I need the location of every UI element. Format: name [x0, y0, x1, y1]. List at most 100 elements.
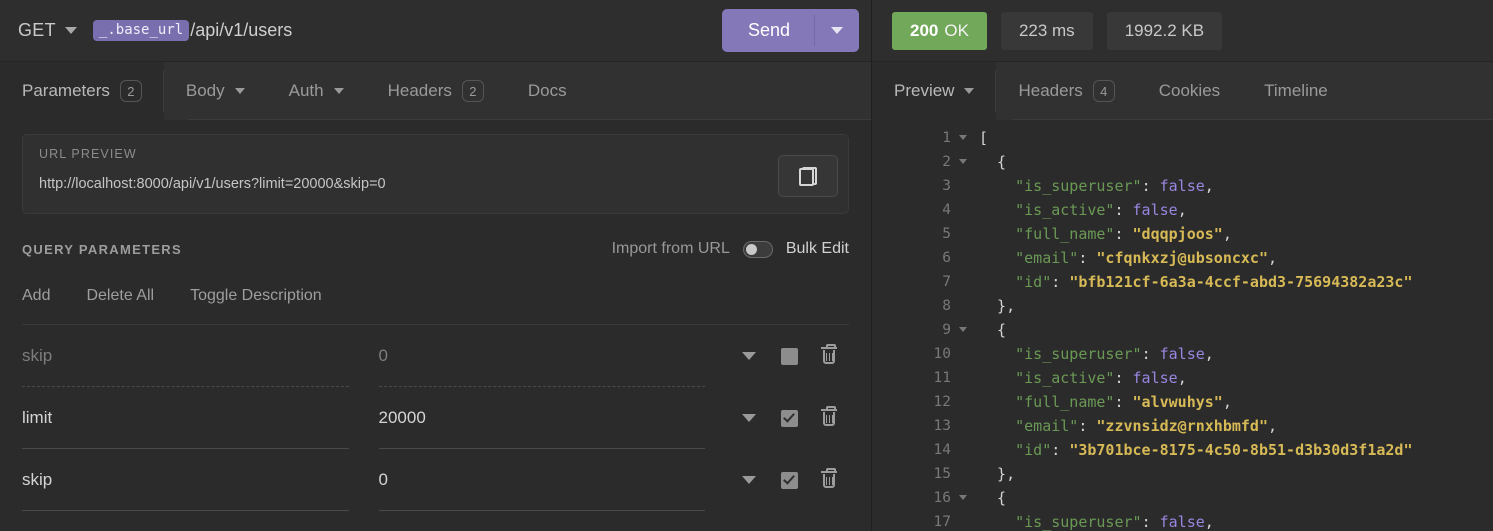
line-number: 5 [942, 226, 951, 242]
trash-icon [821, 468, 837, 489]
parameter-value-input[interactable]: 0 [378, 449, 716, 511]
parameter-enabled-checkbox[interactable] [769, 398, 809, 438]
code-text: "email": "zzvnsidz@rnxhbmfd", [971, 414, 1277, 438]
tab-docs[interactable]: Docs [506, 62, 589, 120]
toggle-description-button[interactable]: Toggle Description [190, 287, 322, 305]
code-text: "full_name": "dqqpjoos", [971, 222, 1232, 246]
url-variable-chip: _.base_url [92, 20, 190, 41]
code-text: { [971, 486, 1006, 510]
token-punct: , [1268, 249, 1278, 267]
bulk-edit-toggle[interactable] [742, 240, 773, 258]
code-line: 17 "is_superuser": false, [872, 510, 1493, 531]
tab-label: Docs [527, 81, 567, 100]
fold-toggle-icon[interactable] [955, 318, 971, 332]
fold-toggle-icon[interactable] [955, 150, 971, 164]
token-punct: , [1204, 513, 1214, 531]
chevron-down-icon [234, 88, 245, 94]
token-key: "id" [979, 441, 1052, 459]
parameter-name-text: skip [22, 345, 53, 365]
response-tabs: Preview Headers 4 Cookies Timeline [872, 62, 1493, 120]
toggle-knob [745, 243, 757, 255]
parameter-options-dropdown[interactable] [729, 336, 769, 376]
token-key: "full_name" [979, 225, 1115, 243]
tab-parameters[interactable]: Parameters 2 [0, 62, 164, 120]
add-button[interactable]: Add [22, 287, 50, 305]
tab-label: Parameters [22, 81, 110, 100]
parameter-value-input[interactable]: 0 [378, 325, 716, 387]
parameter-name-input[interactable]: limit [22, 387, 359, 449]
delete-parameter-button[interactable] [809, 398, 849, 438]
response-status-bar: 200 OK 223 ms 1992.2 KB [872, 0, 1493, 62]
api-client-window: GET _.base_url /api/v1/users Send Parame… [0, 0, 1493, 531]
parameter-row: skip 0 [22, 325, 849, 387]
tab-cookies[interactable]: Cookies [1137, 62, 1242, 120]
token-punct: : [1141, 177, 1160, 195]
send-options-dropdown[interactable] [815, 9, 859, 52]
token-key: "id" [979, 273, 1052, 291]
bulk-edit-label[interactable]: Bulk Edit [786, 240, 849, 258]
line-number: 16 [933, 490, 951, 506]
parameter-options-dropdown[interactable] [729, 460, 769, 500]
delete-parameter-button[interactable] [809, 336, 849, 376]
tab-preview[interactable]: Preview [872, 62, 997, 120]
http-method-dropdown[interactable]: GET [18, 20, 83, 41]
json-code-viewer[interactable]: 1[2 {3 "is_superuser": false, 4 "is_activ… [872, 126, 1493, 531]
import-from-url-button[interactable]: Import from URL [612, 240, 730, 258]
line-number: 8 [942, 298, 951, 314]
tab-body[interactable]: Body [164, 62, 267, 120]
query-parameters-header: QUERY PARAMETERS Import from URL Bulk Ed… [22, 236, 849, 262]
response-panel: 200 OK 223 ms 1992.2 KB Preview Headers 4 Co… [872, 0, 1493, 531]
token-key: "is_superuser" [979, 345, 1142, 363]
status-text: OK [944, 20, 969, 40]
token-punct: : [1051, 441, 1070, 459]
tab-timeline[interactable]: Timeline [1242, 62, 1350, 120]
status-code: 200 [910, 20, 939, 40]
tab-headers[interactable]: Headers 4 [996, 62, 1136, 120]
code-line: 9 { [872, 318, 1493, 342]
request-body-area: URL PREVIEW http://localhost:8000/api/v1… [0, 120, 871, 531]
send-button[interactable]: Send [721, 9, 859, 52]
code-line: 6 "email": "cfqnkxzj@ubsoncxc", [872, 246, 1493, 270]
fold-toggle-icon[interactable] [955, 126, 971, 140]
code-text: "is_superuser": false, [971, 174, 1214, 198]
query-parameters-actions: Add Delete All Toggle Description [22, 282, 849, 325]
token-str: "dqqpjoos" [1132, 225, 1223, 243]
tab-headers[interactable]: Headers 2 [366, 62, 506, 120]
parameter-row-controls [715, 460, 849, 500]
request-panel: GET _.base_url /api/v1/users Send Parame… [0, 0, 872, 531]
parameter-value-text: 0 [378, 469, 388, 489]
token-punct: , [1222, 393, 1232, 411]
fold-toggle-icon[interactable] [955, 486, 971, 500]
token-bool: false [1159, 345, 1205, 363]
url-input[interactable]: _.base_url /api/v1/users [92, 0, 722, 61]
line-number: 4 [942, 202, 951, 218]
code-line: 14 "id": "3b701bce-8175-4c50-8b51-d3b30d… [872, 438, 1493, 462]
tab-auth[interactable]: Auth [267, 62, 366, 120]
query-parameters-table: skip 0 limit 20000 skip 0 [22, 325, 849, 511]
chevron-down-icon [742, 352, 756, 360]
response-preview-area[interactable]: 1[2 {3 "is_superuser": false, 4 "is_activ… [872, 120, 1493, 531]
delete-parameter-button[interactable] [809, 460, 849, 500]
parameter-name-input[interactable]: skip [22, 449, 359, 511]
code-text: }, [971, 462, 1015, 486]
parameter-name-text: limit [22, 407, 53, 427]
token-punct: { [979, 321, 1007, 339]
parameter-value-input[interactable]: 20000 [378, 387, 716, 449]
token-punct: , [1268, 417, 1278, 435]
token-punct: : [1051, 273, 1070, 291]
tab-label: Headers [1018, 81, 1083, 100]
parameter-enabled-checkbox[interactable] [769, 460, 809, 500]
parameter-enabled-checkbox[interactable] [769, 336, 809, 376]
parameter-options-dropdown[interactable] [729, 398, 769, 438]
copy-url-button[interactable] [778, 155, 838, 197]
delete-all-button[interactable]: Delete All [86, 287, 154, 305]
parameter-name-input[interactable]: skip [22, 325, 359, 387]
token-punct: , [1222, 225, 1232, 243]
token-punct: : [1114, 369, 1133, 387]
parameter-value-text: 0 [378, 345, 388, 365]
tab-label: Headers [387, 81, 452, 100]
code-line: 16 { [872, 486, 1493, 510]
chevron-down-icon [964, 88, 975, 94]
